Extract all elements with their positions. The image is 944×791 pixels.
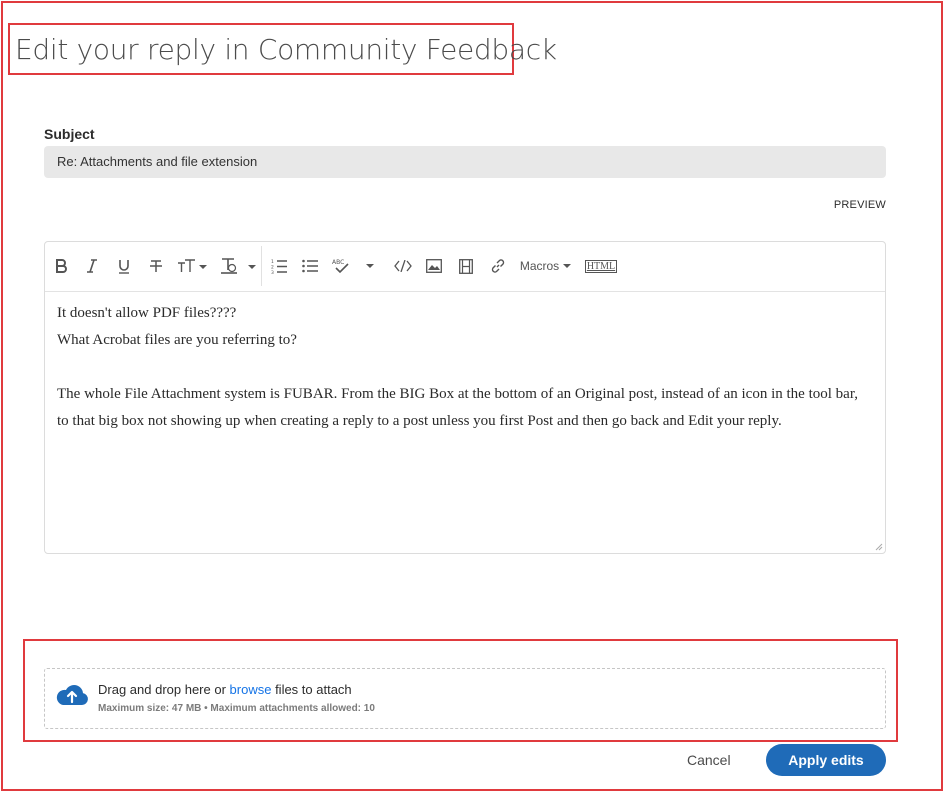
svg-text:ABC: ABC [332,259,344,266]
preview-link[interactable]: PREVIEW [834,199,886,211]
editor-line [57,354,873,381]
drop-suffix: files to attach [271,682,352,697]
image-icon[interactable] [423,253,445,279]
video-icon[interactable] [455,253,477,279]
editor-body[interactable]: It doesn't allow PDF files???? What Acro… [57,300,873,435]
browse-link[interactable]: browse [230,682,272,697]
editor-line: The whole File Attachment system is FUBA… [57,386,858,429]
code-icon[interactable] [392,253,414,279]
svg-text:1: 1 [271,259,274,265]
dropzone-text: Drag and drop here or browse files to at… [98,682,352,697]
bullet-list-icon[interactable] [299,253,321,279]
editor-line: What Acrobat files are you referring to? [57,332,297,348]
editor-toolbar: 123 ABC Macros HTML [45,242,885,292]
attachment-limits: Maximum size: 47 MB • Maximum attachment… [98,703,375,714]
ordered-list-icon[interactable]: 123 [268,253,290,279]
subject-label: Subject [44,126,95,142]
strikethrough-icon[interactable] [146,253,166,279]
drop-prefix: Drag and drop here or [98,682,230,697]
italic-icon[interactable] [82,253,102,279]
rich-text-editor[interactable]: 123 ABC Macros HTML It doesn't allow PDF… [44,241,886,554]
subject-field[interactable]: Re: Attachments and file extension [44,146,886,178]
editor-line: It doesn't allow PDF files???? [57,305,237,321]
file-dropzone[interactable]: Drag and drop here or browse files to at… [44,668,886,729]
apply-edits-button[interactable]: Apply edits [766,744,886,776]
page-title: Edit your reply in Community Feedback [15,33,557,66]
svg-text:3: 3 [271,270,274,274]
svg-text:2: 2 [271,264,274,270]
underline-icon[interactable] [114,253,134,279]
cancel-button[interactable]: Cancel [687,752,731,768]
link-icon[interactable] [487,253,509,279]
toolbar-divider [261,246,262,286]
bold-icon[interactable] [51,253,71,279]
html-label: HTML [584,259,618,273]
html-button[interactable]: HTML [583,253,619,279]
spellcheck-icon[interactable]: ABC [330,253,352,279]
macros-dropdown[interactable]: Macros [519,253,573,279]
macros-label: Macros [519,259,560,273]
text-color-icon[interactable] [219,253,257,279]
cloud-upload-icon [56,685,88,705]
chevron-down-icon[interactable] [361,253,379,279]
resize-handle-icon[interactable] [875,543,883,551]
font-size-icon[interactable] [175,253,209,279]
